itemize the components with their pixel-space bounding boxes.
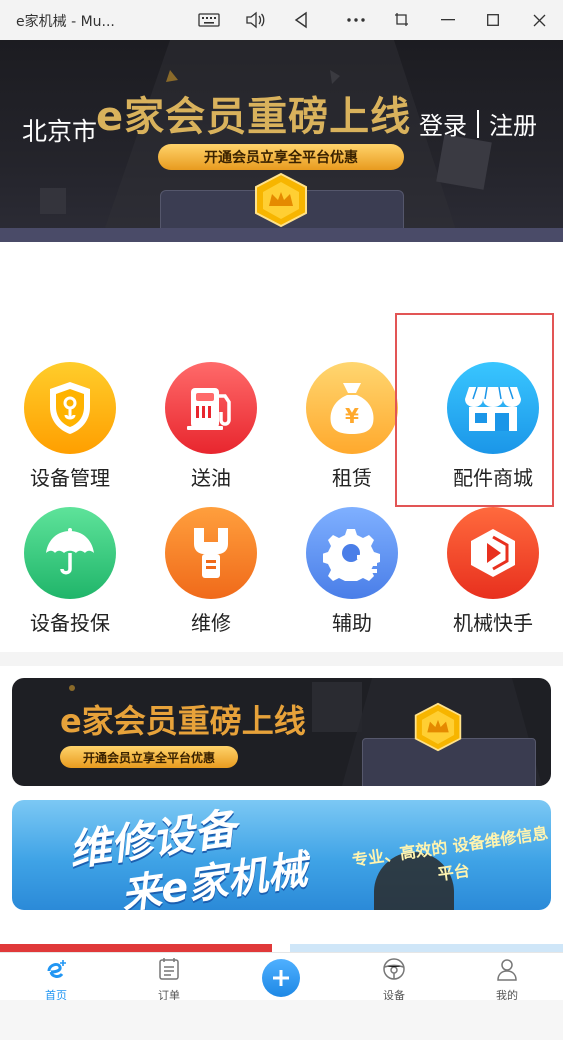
hero-bottom-strip — [0, 228, 563, 242]
city-selector[interactable]: 北京市 — [22, 112, 97, 148]
crown-badge-icon — [255, 172, 307, 228]
order-list-icon — [159, 958, 179, 980]
nav-profile[interactable]: 我的 — [467, 957, 547, 1003]
auth-divider — [477, 109, 479, 138]
nav-add-button[interactable] — [262, 959, 300, 997]
service-repair[interactable]: 维修 — [141, 507, 281, 642]
service-label: 送油 — [191, 466, 231, 490]
service-assist[interactable]: 辅助 — [282, 507, 422, 642]
hero-promo-pill: 开通会员立享全平台优惠 — [158, 144, 404, 170]
steering-wheel-icon — [383, 958, 405, 980]
maximize-icon[interactable] — [475, 0, 511, 40]
home-e-icon — [47, 960, 66, 978]
auth-links: 登录 注册 — [419, 106, 537, 141]
nav-equipment[interactable]: 设备 — [354, 957, 434, 1003]
hero-headline: e家会员重磅上线 — [96, 94, 412, 140]
window-titlebar: e家机械 - Mu... — [0, 0, 563, 41]
money-bag-icon: ¥ — [306, 362, 398, 454]
register-link[interactable]: 注册 — [489, 106, 537, 141]
repair-promo-banner[interactable]: 维修设备 来e家机械 专业、高效的 设备维修信息平台 — [12, 800, 551, 910]
service-fuel-delivery[interactable]: 送油 — [141, 362, 281, 497]
service-equipment-management[interactable]: 设备管理 — [0, 362, 140, 497]
screenshot-icon[interactable] — [384, 0, 420, 40]
service-label: 设备投保 — [30, 611, 110, 635]
membership-promo-banner[interactable]: e家会员重磅上线 开通会员立享全平台优惠 — [12, 678, 551, 786]
membership-hero-banner[interactable]: e家会员重磅上线 开通会员立享全平台优惠 北京市 登录 注册 — [0, 40, 563, 242]
more-icon[interactable] — [338, 0, 374, 40]
back-icon[interactable] — [283, 0, 319, 40]
service-equipment-insurance[interactable]: 设备投保 — [0, 507, 140, 642]
nav-home[interactable]: 首页 — [16, 957, 96, 1003]
volume-icon[interactable] — [237, 0, 273, 40]
fuel-pump-icon — [165, 362, 257, 454]
window-title: e家机械 - Mu... — [16, 14, 115, 30]
nav-orders[interactable]: 订单 — [129, 957, 209, 1003]
service-label: 辅助 — [332, 611, 372, 635]
login-link[interactable]: 登录 — [419, 106, 467, 141]
membership-banner-title: e家会员重磅上线 — [60, 702, 306, 740]
play-icon — [447, 507, 539, 599]
equipment-shield-icon — [24, 362, 116, 454]
membership-banner-pill: 开通会员立享全平台优惠 — [60, 746, 238, 768]
keyboard-icon[interactable] — [191, 0, 227, 40]
close-icon[interactable] — [521, 0, 557, 40]
user-icon — [497, 959, 517, 981]
service-label: 设备管理 — [30, 466, 110, 490]
service-label: 维修 — [191, 611, 231, 635]
crown-badge-icon — [414, 702, 462, 752]
section-separator — [0, 652, 563, 666]
wrench-icon — [165, 507, 257, 599]
bottom-safe-area — [0, 1000, 563, 1040]
parts-mall-highlight-box — [395, 313, 554, 507]
gear-list-icon — [306, 507, 398, 599]
service-label: 机械快手 — [453, 611, 533, 635]
plus-icon — [273, 970, 289, 986]
service-machinery-video[interactable]: 机械快手 — [423, 507, 563, 642]
umbrella-icon — [24, 507, 116, 599]
svg-text:¥: ¥ — [345, 404, 359, 428]
minimize-icon[interactable] — [430, 0, 466, 40]
